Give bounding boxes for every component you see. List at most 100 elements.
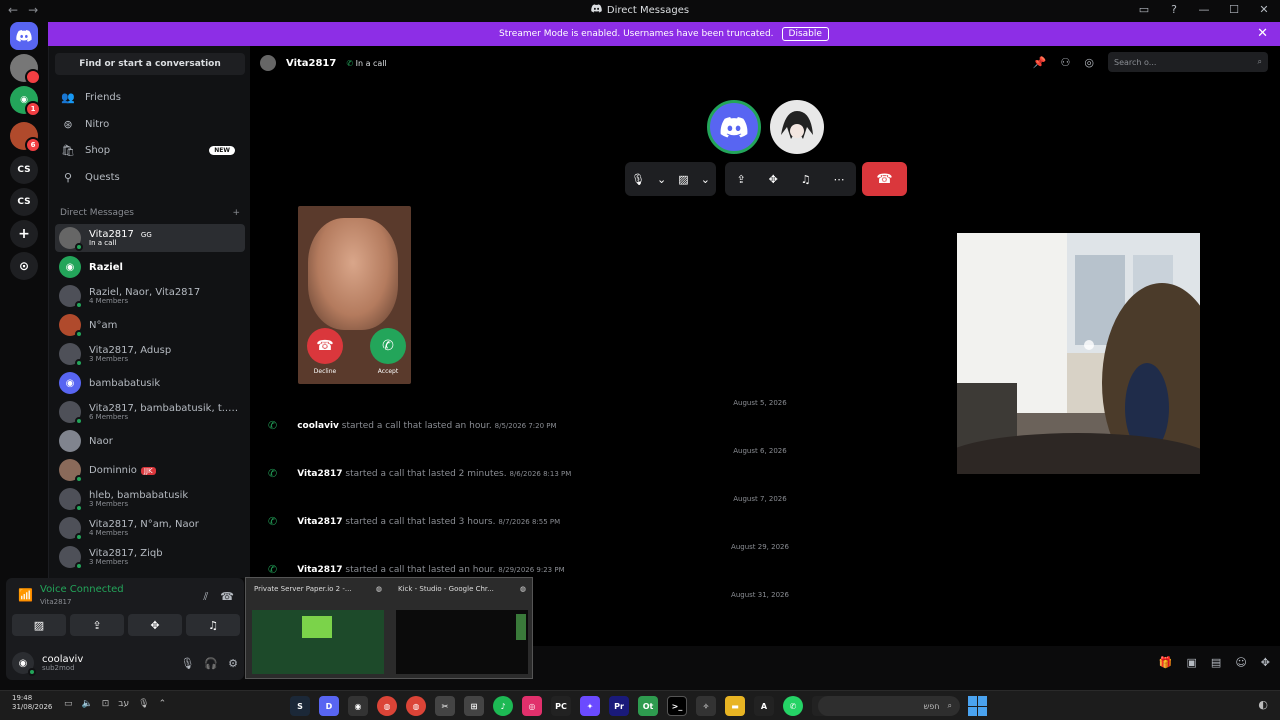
dm-item[interactable]: Vita2817, Adusp 3 Members	[55, 340, 245, 368]
settings-icon[interactable]: ⚙	[228, 657, 238, 670]
forward-icon[interactable]: →	[28, 3, 38, 17]
accept-button[interactable]: ✆	[370, 328, 406, 364]
screen-share-icon[interactable]: ⇪	[736, 173, 745, 186]
inbox-icon[interactable]: ▭	[1136, 3, 1152, 16]
add-friends-icon[interactable]: ⚇	[1061, 56, 1071, 69]
back-icon[interactable]: ←	[8, 3, 18, 17]
network-icon[interactable]: ⊡	[102, 699, 110, 709]
camera-off-icon[interactable]: ▨	[678, 173, 688, 186]
battery-icon[interactable]: ▭	[64, 699, 73, 709]
discover-icon[interactable]: ⊙	[10, 252, 38, 280]
soundboard-icon[interactable]: ♫	[801, 173, 811, 186]
hang-up-button[interactable]: ☎	[862, 162, 907, 196]
close-icon[interactable]: ✕	[1257, 26, 1268, 41]
taskbar-search[interactable]: חפש ⌕	[818, 696, 960, 716]
gift-icon[interactable]: 🎁	[1159, 656, 1173, 669]
copilot-tray-icon[interactable]: ◐	[1258, 698, 1268, 711]
obs-icon[interactable]: Ot	[638, 696, 658, 716]
profile-icon[interactable]: ◎	[1084, 56, 1094, 69]
maximize-button[interactable]: ☐	[1226, 3, 1242, 16]
minimize-button[interactable]: —	[1196, 3, 1212, 16]
home-button[interactable]	[10, 22, 38, 50]
server-avatar[interactable]	[10, 54, 41, 85]
app-icon[interactable]: A	[754, 696, 774, 716]
message-author[interactable]: Vita2817	[297, 469, 342, 479]
dm-item[interactable]: Raziel, Naor, Vita2817 4 Members	[55, 282, 245, 310]
dm-item[interactable]: Naor	[55, 427, 245, 455]
message-author[interactable]: Vita2817	[297, 517, 342, 527]
call-avatar[interactable]	[707, 100, 761, 154]
nav-friends[interactable]: 👥 Friends	[57, 85, 243, 109]
apps-icon[interactable]: ✥	[1261, 656, 1270, 669]
avatar[interactable]: ◉	[12, 652, 36, 676]
add-server-icon[interactable]: +	[10, 220, 38, 248]
headset-icon[interactable]: 🎧	[204, 657, 218, 670]
signal-icon[interactable]: 📶	[18, 588, 33, 602]
clock[interactable]: 19:48 31/08/2026	[12, 694, 52, 712]
server-cs-1[interactable]: CS	[10, 156, 38, 184]
call-avatar[interactable]	[770, 100, 824, 154]
nav-nitro[interactable]: ⊛ Nitro	[57, 112, 243, 136]
disconnect-icon[interactable]: ☎	[220, 590, 234, 604]
server-cs-2[interactable]: CS	[10, 188, 38, 216]
dm-item[interactable]: N°am	[55, 311, 245, 339]
emoji-icon[interactable]: ☺	[1235, 656, 1246, 669]
server-avatar[interactable]	[10, 122, 41, 153]
chevron-up-icon[interactable]: ⌃	[159, 699, 167, 709]
app-icon[interactable]: ⊞	[464, 696, 484, 716]
more-icon[interactable]: ⋯	[834, 173, 845, 186]
chrome-icon[interactable]: ◍	[377, 696, 397, 716]
find-conversation-button[interactable]: Find or start a conversation	[55, 53, 245, 75]
folder-icon[interactable]: ▬	[725, 696, 745, 716]
jetbrains-icon[interactable]: PC	[551, 696, 571, 716]
instagram-icon[interactable]: ◎	[522, 696, 542, 716]
volume-icon[interactable]: 🔈	[82, 699, 93, 709]
dm-item[interactable]: Vita2817, bambabatusik, t..., Do... 6 Me…	[55, 398, 245, 426]
windows-start-icon[interactable]	[968, 696, 988, 716]
preview-window[interactable]: Kick - Studio - Google Chr... ◍	[394, 582, 530, 676]
search-input[interactable]: Search o... ⌕	[1108, 52, 1268, 72]
spotify-icon[interactable]: ♪	[493, 696, 513, 716]
gif-icon[interactable]: ▣	[1187, 656, 1197, 669]
pin-icon[interactable]: 📌	[1033, 56, 1047, 69]
language-icon[interactable]: עב	[118, 699, 129, 709]
whatsapp-icon[interactable]: ✆	[783, 696, 803, 716]
chevron-down-icon[interactable]: ⌄	[701, 173, 710, 186]
add-dm-icon[interactable]: +	[232, 208, 240, 218]
dm-item[interactable]: ◉ bambabatusik	[55, 369, 245, 397]
copilot-icon[interactable]: ✦	[580, 696, 600, 716]
dm-item[interactable]: Vita2817 GG In a call	[55, 224, 245, 252]
mic-tray-icon[interactable]: 🎙	[138, 699, 149, 709]
microphone-icon[interactable]: 🎙	[180, 657, 194, 670]
terminal-icon[interactable]: >_	[667, 696, 687, 716]
preview-window[interactable]: Private Server Paper.io 2 -... ◍	[250, 582, 386, 676]
microphone-icon[interactable]: 🎙	[631, 173, 645, 186]
snipping-icon[interactable]: ✂	[435, 696, 455, 716]
app-icon[interactable]: ◉	[348, 696, 368, 716]
nav-shop[interactable]: 🛍 Shop NEW	[57, 138, 243, 162]
header-username[interactable]: Vita2817	[286, 58, 336, 69]
activities-button[interactable]: ✥	[128, 614, 182, 636]
message-author[interactable]: Vita2817	[297, 565, 342, 575]
dm-item[interactable]: Dominnio JJK	[55, 456, 245, 484]
message-author[interactable]: coolaviv	[297, 421, 339, 431]
steam-icon[interactable]: S	[290, 696, 310, 716]
webcam-video[interactable]	[957, 233, 1200, 474]
dm-item[interactable]: hleb, bambabatusik 3 Members	[55, 485, 245, 513]
sticker-icon[interactable]: ▤	[1211, 656, 1221, 669]
chrome-icon[interactable]: ◍	[406, 696, 426, 716]
dm-item[interactable]: ◉ Raziel	[55, 253, 245, 281]
nav-quests[interactable]: ⚲ Quests	[57, 165, 243, 189]
dm-item[interactable]: Vita2817, Ziqb 3 Members	[55, 543, 245, 571]
activities-icon[interactable]: ✥	[769, 173, 778, 186]
help-icon[interactable]: ?	[1166, 3, 1182, 16]
disable-streamer-button[interactable]: Disable	[781, 27, 829, 41]
close-window-button[interactable]: ✕	[1256, 3, 1272, 16]
noise-suppression-icon[interactable]: ⫽	[203, 590, 208, 604]
voice-status[interactable]: Voice Connected	[40, 584, 124, 595]
chevron-down-icon[interactable]: ⌄	[657, 173, 666, 186]
app-icon[interactable]: ✧	[696, 696, 716, 716]
dm-item[interactable]: Vita2817, N°am, Naor 4 Members	[55, 514, 245, 542]
discord-icon[interactable]: D	[319, 696, 339, 716]
decline-button[interactable]: ☎	[307, 328, 343, 364]
